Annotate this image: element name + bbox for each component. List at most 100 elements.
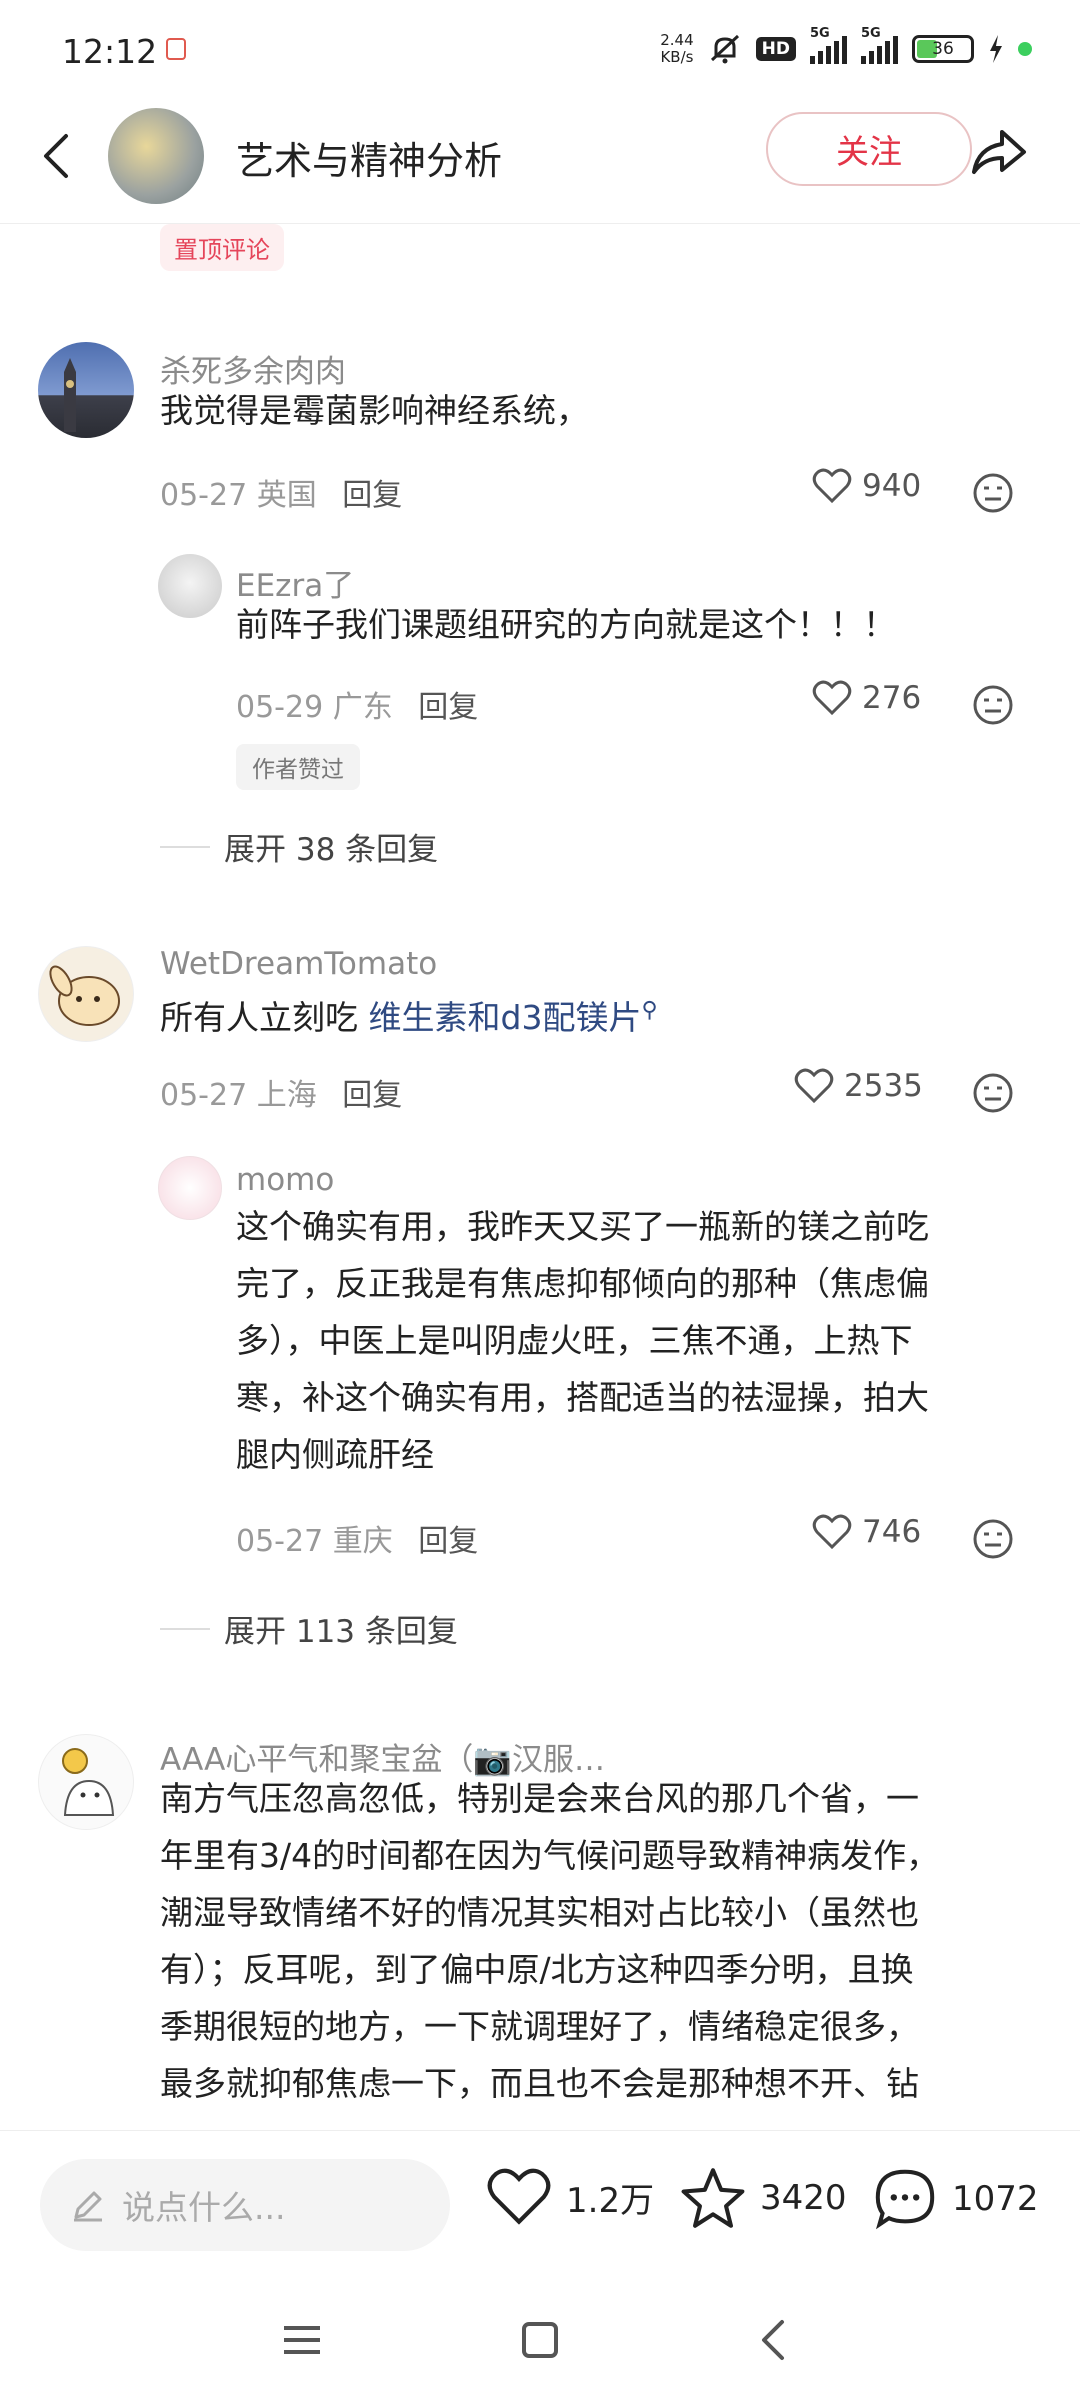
network-speed-value: 2.44	[660, 31, 694, 49]
like-count: 276	[862, 680, 922, 716]
cartoon-cat-icon	[62, 1748, 115, 1816]
comment-input[interactable]: 说点什么...	[40, 2159, 450, 2251]
signal-1-label: 5G	[810, 26, 830, 41]
comment-text-line: 有）；反耳呢，到了偏中原/北方这种四季分明，且换	[160, 1950, 914, 1989]
reply-button[interactable]: 回复	[342, 478, 402, 513]
network-speed: 2.44 KB/s	[660, 32, 693, 66]
comment-input-placeholder: 说点什么...	[122, 2188, 286, 2227]
like-button[interactable]: 276	[812, 680, 921, 716]
tower-icon	[64, 358, 76, 432]
home-square-icon[interactable]	[510, 2310, 570, 2370]
status-icons: 2.44 KB/s HD 5G 5G 36	[660, 26, 1032, 72]
comment-meta: 05-27 上海 回复	[160, 1070, 402, 1114]
signal-1-icon: 5G	[810, 26, 847, 64]
reply-button[interactable]: 回复	[342, 1078, 402, 1113]
user-avatar[interactable]	[38, 946, 134, 1042]
reply-text-line: 完了，反正我是有焦虑抑郁倾向的那种（焦虑偏	[236, 1264, 929, 1303]
comment-text-line: 潮湿导致情绪不好的情况其实相对占比较小（虽然也	[160, 1893, 919, 1932]
network-speed-unit: KB/s	[660, 48, 694, 66]
emoji-react-icon[interactable]	[972, 1072, 1014, 1114]
reply-text: 前阵子我们课题组研究的方向就是这个！！！	[236, 605, 896, 644]
user-avatar[interactable]	[38, 342, 134, 438]
bottom-action-bar: 说点什么... 1.2万 3420 1072	[0, 2130, 1080, 2280]
comment-item: 杀死多余肉肉 我觉得是霉菌影响神经系统， 05-27 英国 回复 940 EEz…	[0, 340, 1080, 868]
like-post-button[interactable]: 1.2万	[486, 2167, 654, 2227]
heart-icon	[812, 680, 852, 716]
expand-replies-label: 展开 38 条回复	[224, 832, 439, 868]
menu-icon[interactable]	[272, 2310, 332, 2370]
reply-text-line: 寒，补这个确实有用，搭配适当的祛湿操，拍大	[236, 1378, 929, 1417]
reply-text-line: 腿内侧疏肝经	[236, 1435, 434, 1474]
author-liked-badge: 作者赞过	[236, 744, 360, 790]
page-title: 艺术与精神分析	[236, 139, 503, 183]
like-button[interactable]: 2535	[794, 1068, 923, 1104]
user-avatar[interactable]	[38, 1734, 134, 1830]
like-button[interactable]: 746	[812, 1514, 921, 1550]
battery-icon: 36	[912, 35, 974, 63]
comment-location: 英国	[256, 478, 317, 513]
comments-button[interactable]: 1072	[872, 2167, 1039, 2231]
comment-item: AAA心平气和聚宝盆（📷汉服… 南方气压忽高忽低，特别是会来台风的那几个省，一 …	[0, 1728, 1080, 2130]
user-avatar[interactable]	[158, 554, 222, 618]
comment-text-line: 最多就抑郁焦虑一下，而且也不会是那种想不开、钻	[160, 2064, 919, 2103]
reply-text: 这个确实有用，我昨天又买了一瓶新的镁之前吃 完了，反正我是有焦虑抑郁倾向的那种（…	[236, 1198, 1036, 1483]
pencil-icon	[74, 2191, 102, 2222]
favorite-count: 3420	[760, 2178, 847, 2218]
share-icon[interactable]	[966, 120, 1030, 184]
star-icon	[681, 2168, 745, 2228]
header: 艺术与精神分析 关注	[0, 96, 1080, 224]
comment-date: 05-27	[160, 478, 248, 513]
user-avatar[interactable]	[158, 1156, 222, 1220]
reply-text-line: 多），中医上是叫阴虚火旺，三焦不通，上热下	[236, 1321, 913, 1360]
reply-meta: 05-27 重庆 回复	[236, 1516, 478, 1560]
comment-text-prefix: 所有人立刻吃	[160, 998, 369, 1037]
comment-bubble-icon	[875, 2169, 935, 2230]
status-bar: 12:12 2.44 KB/s HD 5G 5G 36	[0, 0, 1080, 96]
favorite-button[interactable]: 3420	[680, 2167, 847, 2229]
comment-text-line: 年里有3/4的时间都在因为气候问题导致精神病发作，	[160, 1836, 940, 1875]
comment-username[interactable]: WetDreamTomato	[160, 946, 437, 982]
author-avatar[interactable]	[108, 108, 204, 204]
reply-button[interactable]: 回复	[418, 1524, 478, 1559]
search-link[interactable]: 维生素和d3配镁片	[369, 998, 642, 1037]
reply-meta: 05-29 广东 回复	[236, 682, 478, 726]
cartoon-bunny-icon	[49, 965, 120, 1026]
emoji-react-icon[interactable]	[972, 1518, 1014, 1560]
status-time: 12:12	[62, 32, 158, 71]
comment-text-line: 季期很短的地方，一下就调理好了，情绪稳定很多，	[160, 2007, 919, 2046]
heart-icon	[812, 468, 852, 504]
reply-location: 重庆	[332, 1524, 393, 1559]
emoji-react-icon[interactable]	[972, 684, 1014, 726]
battery-level: 36	[932, 39, 954, 59]
search-icon[interactable]: ⚲	[641, 998, 657, 1023]
reply-button[interactable]: 回复	[418, 690, 478, 725]
heart-icon	[487, 2168, 551, 2225]
back-arrow-icon[interactable]	[36, 126, 76, 186]
follow-button[interactable]: 关注	[766, 112, 972, 186]
reply-date: 05-27	[236, 1524, 324, 1559]
mute-bell-icon	[710, 34, 739, 64]
heart-icon	[794, 1068, 834, 1104]
back-nav-icon[interactable]	[744, 2310, 804, 2370]
system-nav-bar	[0, 2280, 1080, 2400]
expand-replies[interactable]: 展开 38 条回复	[160, 824, 438, 869]
expand-replies[interactable]: 展开 113 条回复	[160, 1606, 458, 1651]
pinned-comment-badge: 置顶评论	[160, 224, 284, 271]
signal-2-label: 5G	[861, 26, 881, 41]
reply-date: 05-29	[236, 690, 324, 725]
like-button[interactable]: 940	[812, 468, 921, 504]
post-like-count: 1.2万	[566, 2180, 655, 2221]
comment-item: WetDreamTomato 所有人立刻吃 维生素和d3配镁片⚲ 05-27 上…	[0, 940, 1080, 1660]
comment-date: 05-27	[160, 1078, 248, 1113]
like-count: 2535	[844, 1068, 923, 1104]
hd-voice-badge: HD	[755, 37, 796, 61]
emoji-react-icon[interactable]	[972, 472, 1014, 514]
signal-2-icon: 5G	[861, 26, 898, 64]
comment-location: 上海	[256, 1078, 317, 1113]
comment-text-line: 南方气压忽高忽低，特别是会来台风的那几个省，一	[160, 1779, 919, 1818]
reply-username[interactable]: momo	[236, 1162, 334, 1198]
comment-count: 1072	[952, 2179, 1039, 2219]
like-count: 940	[862, 468, 922, 504]
comment-text: 南方气压忽高忽低，特别是会来台风的那几个省，一 年里有3/4的时间都在因为气候问…	[160, 1770, 1040, 2112]
charging-icon	[990, 35, 1002, 63]
